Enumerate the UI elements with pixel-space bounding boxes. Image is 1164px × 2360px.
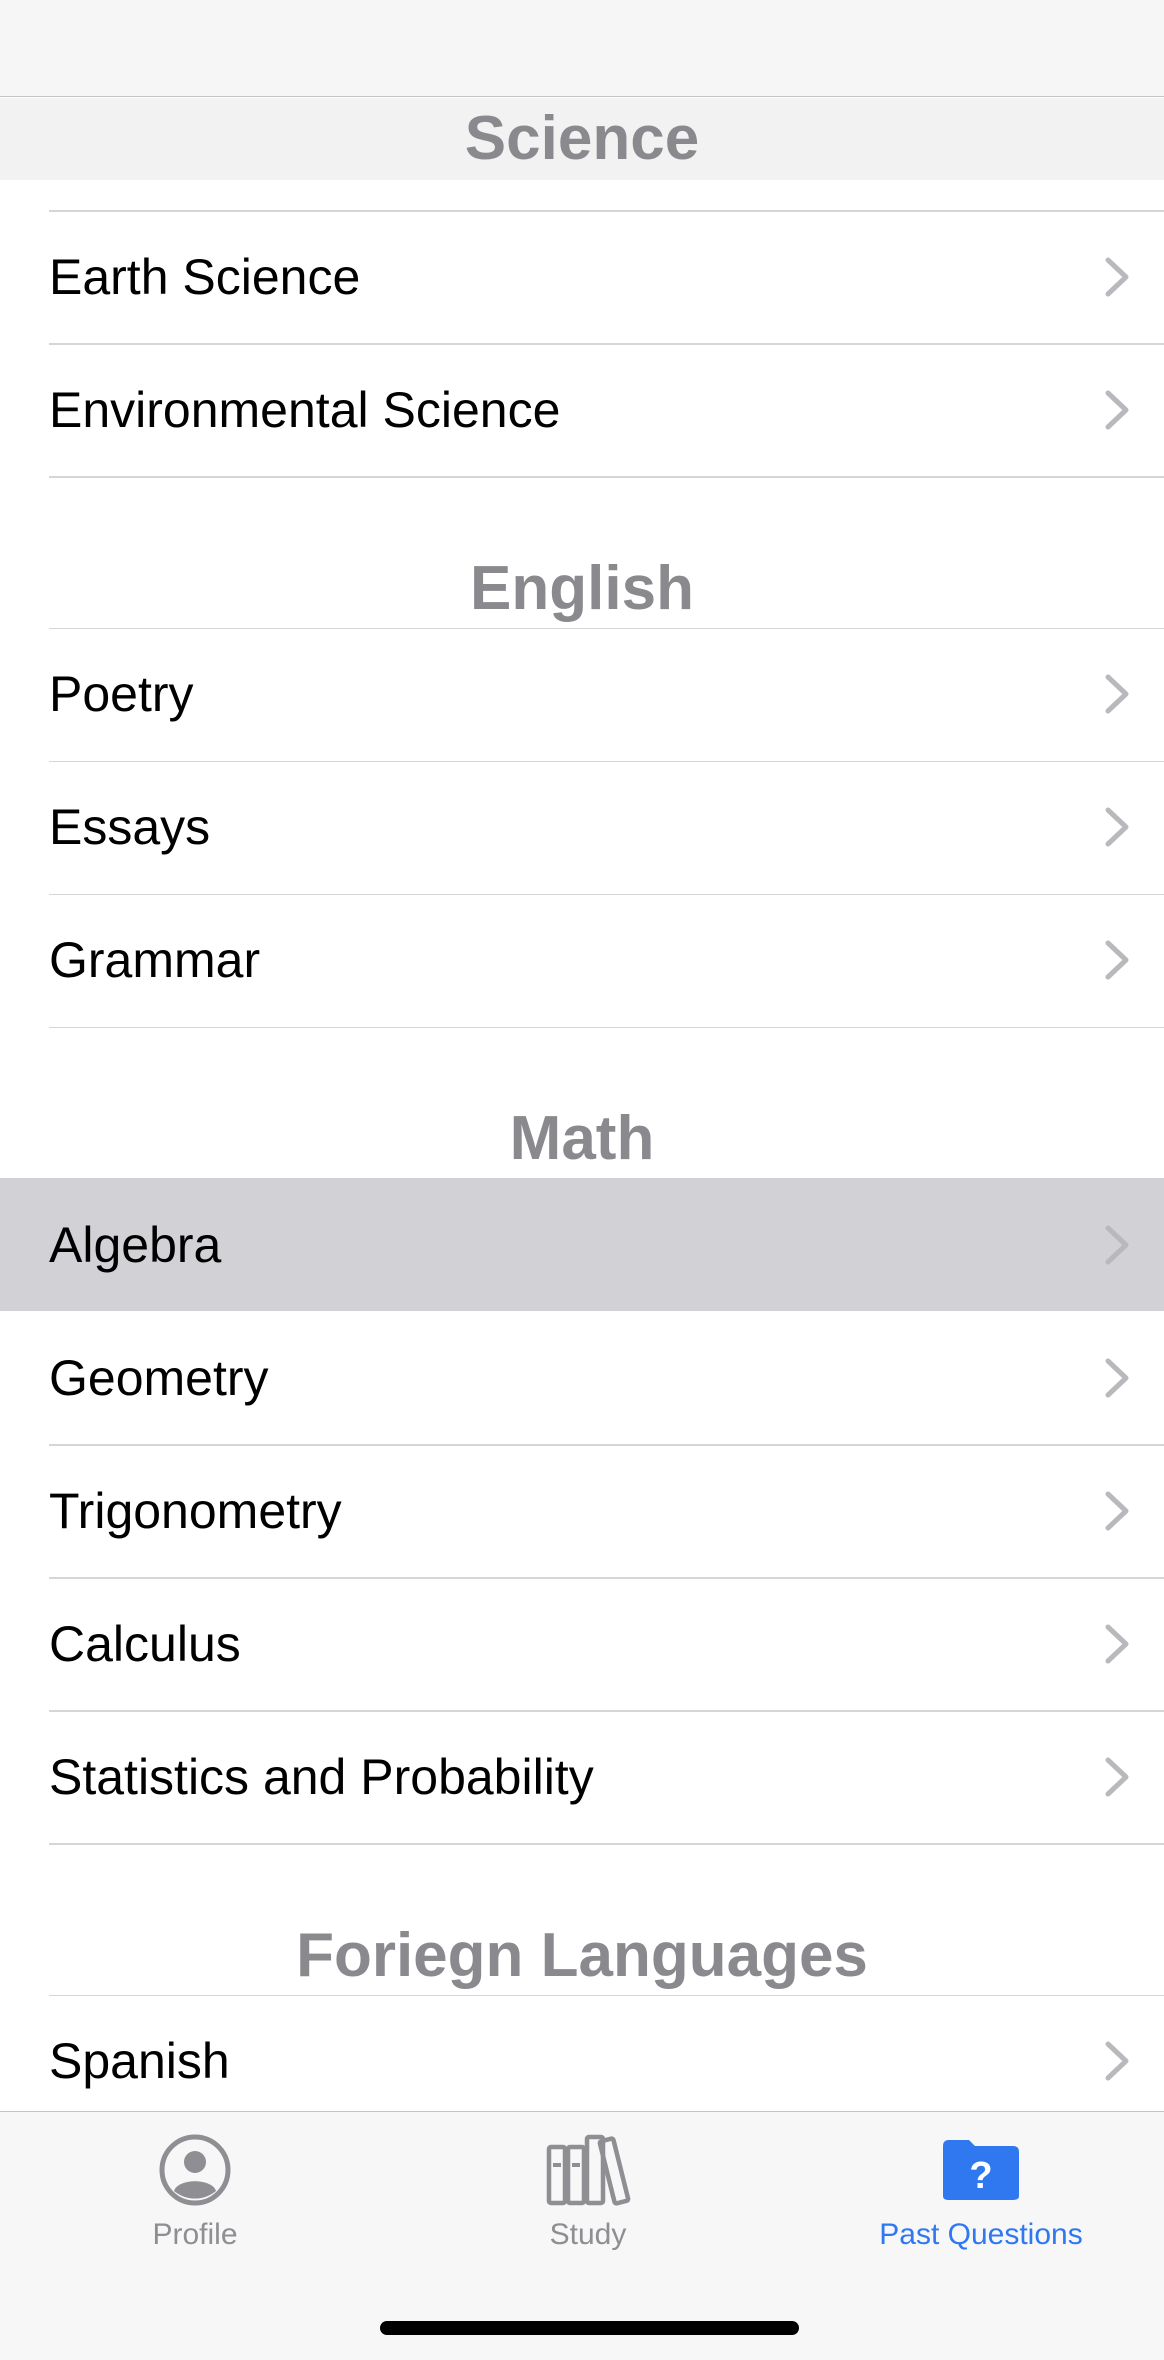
row-separator bbox=[49, 1444, 1164, 1446]
section-header-foreign-languages: Foriegn Languages bbox=[0, 1845, 1164, 1995]
row-separator bbox=[49, 760, 1164, 762]
chevron-right-icon bbox=[1105, 257, 1129, 296]
section-title: English bbox=[470, 553, 694, 623]
section-title: Science bbox=[464, 104, 700, 173]
list-row-trigonometry[interactable]: Trigonometry bbox=[0, 1444, 1164, 1577]
row-separator bbox=[49, 343, 1164, 345]
chevron-right-icon bbox=[1105, 1358, 1129, 1397]
row-label: Spanish bbox=[49, 2033, 230, 2089]
question-folder-icon: ? bbox=[936, 2130, 1026, 2210]
chevron-right-icon bbox=[1105, 807, 1129, 847]
row-separator bbox=[49, 210, 1164, 212]
row-separator bbox=[49, 893, 1164, 895]
row-separator bbox=[49, 1710, 1164, 1712]
row-separator bbox=[49, 1577, 1164, 1579]
tab-profile[interactable]: Profile bbox=[45, 2130, 345, 2252]
tab-label: Study bbox=[549, 2218, 627, 2251]
chevron-right-icon bbox=[1105, 674, 1129, 714]
svg-text:?: ? bbox=[969, 2155, 992, 2197]
screen: Science Earth Science Environmental Scie… bbox=[0, 0, 1164, 2360]
list-row-algebra[interactable]: Algebra bbox=[0, 1178, 1164, 1311]
row-label: Environmental Science bbox=[49, 381, 561, 438]
list-row-earth-science[interactable]: Earth Science bbox=[0, 210, 1164, 343]
section-header-science: Science bbox=[0, 98, 1164, 180]
books-icon bbox=[543, 2130, 633, 2210]
row-label: Essays bbox=[49, 799, 211, 855]
row-label: Poetry bbox=[49, 666, 194, 722]
list-row-essays[interactable]: Essays bbox=[0, 760, 1164, 894]
list-row-calculus[interactable]: Calculus bbox=[0, 1577, 1164, 1710]
row-label: Calculus bbox=[49, 1615, 241, 1672]
chevron-right-icon bbox=[1105, 1225, 1129, 1264]
list-row-poetry[interactable]: Poetry bbox=[0, 627, 1164, 761]
row-label: Algebra bbox=[49, 1216, 222, 1273]
tab-label: Profile bbox=[152, 2218, 238, 2251]
section-title: Foriegn Languages bbox=[296, 1920, 868, 1990]
row-separator bbox=[49, 1994, 1164, 1996]
tab-past-questions[interactable]: ? Past Questions bbox=[831, 2130, 1131, 2252]
row-label: Earth Science bbox=[49, 248, 361, 305]
section-title: Math bbox=[509, 1104, 655, 1173]
row-label: Trigonometry bbox=[49, 1482, 342, 1539]
list-row-statistics-and-probability[interactable]: Statistics and Probability bbox=[0, 1710, 1164, 1843]
chevron-right-icon bbox=[1105, 1491, 1129, 1530]
tab-label: Past Questions bbox=[879, 2218, 1083, 2251]
list-row-environmental-science[interactable]: Environmental Science bbox=[0, 343, 1164, 476]
navigation-bar bbox=[0, 0, 1164, 97]
subject-list[interactable]: Science Earth Science Environmental Scie… bbox=[0, 98, 1164, 2111]
list-row-spanish[interactable]: Spanish bbox=[0, 1994, 1164, 2111]
person-circle-icon bbox=[150, 2130, 240, 2210]
tab-study[interactable]: Study bbox=[438, 2130, 738, 2252]
chevron-right-icon bbox=[1105, 1624, 1129, 1663]
chevron-right-icon bbox=[1105, 1757, 1129, 1796]
row-separator bbox=[49, 627, 1164, 629]
chevron-right-icon bbox=[1105, 390, 1129, 429]
row-label: Grammar bbox=[49, 932, 261, 988]
list-gap bbox=[0, 180, 1164, 210]
row-label: Geometry bbox=[49, 1349, 269, 1406]
row-label: Statistics and Probability bbox=[49, 1748, 594, 1805]
section-header-english: English bbox=[0, 478, 1164, 628]
chevron-right-icon bbox=[1105, 940, 1129, 980]
section-header-math: Math bbox=[0, 1028, 1164, 1178]
home-indicator[interactable] bbox=[380, 2321, 799, 2335]
list-row-geometry[interactable]: Geometry bbox=[0, 1311, 1164, 1444]
list-row-grammar[interactable]: Grammar bbox=[0, 893, 1164, 1027]
chevron-right-icon bbox=[1105, 2041, 1129, 2081]
